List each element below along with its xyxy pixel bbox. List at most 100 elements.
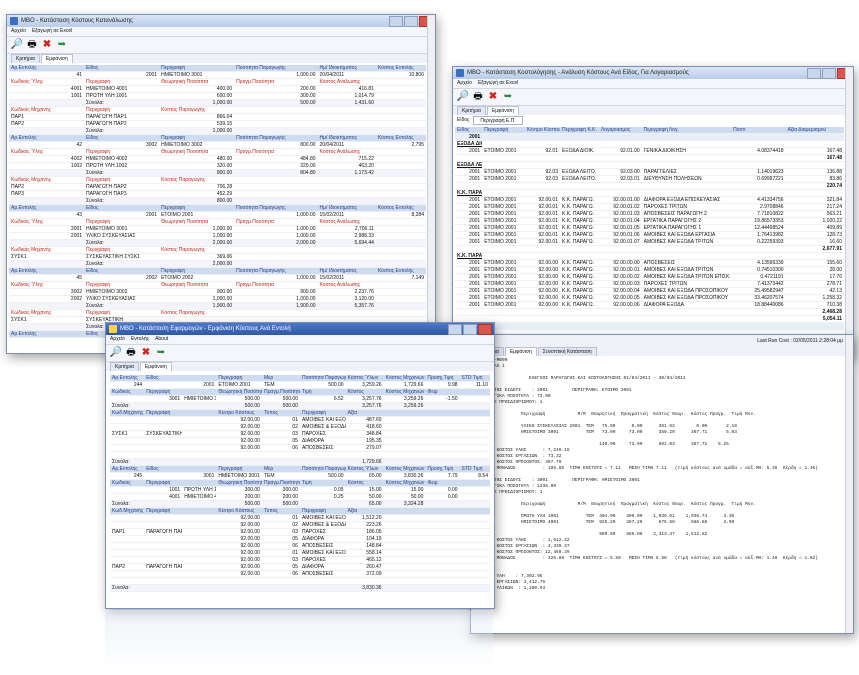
minimize-button[interactable] — [807, 68, 821, 79]
table-row[interactable]: Αρ.Εντολής Είδος Περιγραφή Ποσότητα Παραγωγ… — [9, 204, 426, 212]
table-row[interactable]: Κωδικός Ύλης Περιγραφή Θεωρητική Ποσότητα Π… — [9, 218, 426, 226]
table-row[interactable]: 1002 ΠΡΩΤΗ ΥΛΗ 1002 320.00 320.00 463.20 — [9, 162, 426, 170]
menu-about[interactable]: About — [155, 336, 168, 342]
table-row[interactable]: Κωδικός Μηχανής Περιγραφή Κόστος Παραγωγής — [9, 309, 426, 317]
table-row[interactable]: Κωδικός Μηχανής Περιγραφή Κόστος Παραγωγής — [9, 176, 426, 184]
table-row[interactable]: 4001ΗΜΙΕΤΟΙΜΟ 4001200.00200.000.2550.005… — [110, 493, 490, 501]
table-row[interactable]: 92.00.00 05 ΔΙΑΦΟΡΑ 104.19 — [110, 535, 490, 543]
table-row[interactable]: 2001 ΥΛΙΚΟ ΣΥΣΚΕΥΑΣΙΑΣ 1,000.00 1,000.00 2,9… — [9, 232, 426, 240]
table-row[interactable]: ΕΞΟΔΑ ΔΙΟΙΚΗΤΙΚΗΣ ΛΕΙΤΟΥΡΓΙΑΣ — [455, 140, 844, 148]
table-row[interactable]: 2001 ΕΤΟΙΜΟ 2001 92.03 ΕΞΟΔΑ ΛΕΙΤΟ. 92.03.00… — [455, 168, 844, 176]
vertical-scrollbar[interactable] — [845, 67, 853, 357]
table-row[interactable]: ΠΑΡ2ΠΑΡΑΓΩΓΗ ΠΑΡ2 92.00.0005ΔΙΑΦΟΡΑ260.47 — [110, 563, 490, 571]
table-row[interactable]: Κωδ.Μηχανής Περιγραφή Κέντρο Κόστους Τύπος Π… — [110, 409, 490, 417]
table-row[interactable]: 45 2002 ΕΤΟΙΜΟ 2002 1,000.00 15/02/2011 7,149 — [9, 274, 426, 282]
menu-export-excel[interactable]: Εξαγωγή σε Excel — [32, 28, 72, 34]
table-row[interactable]: Σύνολα: 1,900.00 1,900.00 5,357.76 — [9, 302, 426, 310]
table-row[interactable]: ΠΑΡ3 ΠΑΡΑΓΩΓΗ ΠΑΡ3 452.29 — [9, 190, 426, 198]
tab-criteria[interactable]: Κριτήρια — [11, 54, 40, 63]
table-row[interactable]: 2002 — [455, 322, 844, 330]
cross-icon[interactable]: ✖ — [41, 39, 53, 51]
table-row[interactable]: 2001 ΕΤΟΙΜΟ 2001 92.00.01 Κ.Κ. ΠΑΡΑΓΩ. 92.00… — [455, 203, 844, 211]
menu-file[interactable]: Αρχείο — [11, 28, 26, 34]
cross-icon[interactable]: ✖ — [487, 91, 499, 103]
table-row[interactable]: Σύνολα: 500.00 500.00 65.00 3,324.28 — [110, 500, 490, 508]
table-row[interactable]: 92.00.00 05 ΔΙΑΦΟΡΑ 195.35 — [110, 437, 490, 445]
table-row[interactable]: 2001 ΕΤΟΙΜΟ 2001 92.00.01 Κ.Κ. ΠΑΡΑΓΩ. 92.00… — [455, 238, 844, 246]
table-row[interactable]: 2001 ΕΤΟΙΜΟ 2001 92.00.00 Κ.Κ. ΠΑΡΑΓΩ. 92.00… — [455, 266, 844, 274]
table-row[interactable]: 2001 ΕΤΟΙΜΟ 2001 92.00.01 Κ.Κ. ΠΑΡΑΓΩ. 92.00… — [455, 231, 844, 239]
table-row[interactable]: 2001 ΕΤΟΙΜΟ 2001 92.00.00 Κ.Κ. ΠΑΡΑΓΩ. 92.00… — [455, 301, 844, 309]
table-row[interactable]: 92.00.00 06 ΑΠΟΣΒΕΣΕΙΣ 148.84 — [110, 542, 490, 550]
table-row[interactable]: ΠΑΡ1 ΠΑΡΑΓΩΓΗ ΠΑΡ1 866.04 — [9, 113, 426, 121]
table-row[interactable]: 41 2001 ΗΜΙΕΤΟΙΜΟ 3001 1,000.00 20/04/2011 10… — [9, 71, 426, 79]
table-row[interactable]: Σύνολα: 2,000.00 — [9, 260, 426, 268]
filter-dropdown[interactable]: Περιγραφή Ε.Π. — [473, 116, 523, 125]
tab-criteria[interactable]: Κριτήρια — [110, 362, 139, 371]
table-row[interactable]: 2001 ΕΤΟΙΜΟ 2001 92.00.00 Κ.Κ. ΠΑΡΑΓΩ. 92.00… — [455, 287, 844, 295]
table-row[interactable]: 1001 ΠΡΩΤΗ ΥΛΗ 1001 600.00 300.00 1,014.79 — [9, 92, 426, 100]
maximize-button[interactable] — [404, 16, 418, 27]
maximize-button[interactable] — [463, 324, 477, 335]
exit-icon[interactable]: ➥ — [56, 39, 68, 51]
menu-orders[interactable]: Εντολής — [131, 336, 149, 342]
table-row[interactable]: 92.00.0001ΑΜΟΙΒΕΣ ΚΑΙ ΕΞΟΔΑ1,512.20 — [110, 514, 490, 522]
table-row[interactable]: 245 3001 ΗΜΙΕΤΟΙΜΟ 3001 ΤΕΜ 500.00 65.00 3,830… — [110, 472, 490, 480]
tab-display[interactable]: Εμφάνιση — [139, 362, 172, 371]
printer-icon[interactable]: 🖶 — [26, 39, 38, 51]
table-row[interactable]: Σύνολα: 1,729.66 — [110, 458, 490, 466]
binoculars-icon[interactable]: 🔎 — [11, 39, 23, 51]
table-row[interactable]: ΠΑΡ2 ΠΑΡΑΓΩΓΗ ΠΑΡ2 539.15 — [9, 120, 426, 128]
table-row[interactable]: Κωδικός Περιγραφή Θεωρητική Ποσότητα Πραγμ.… — [110, 479, 490, 487]
table-row[interactable]: 43 2001 ΕΤΟΙΜΟ 2001 1,000.00 15/02/2011 8,284 — [9, 211, 426, 219]
table-row[interactable]: Αρ.Εντολής Είδος Περιγραφή Μέρ Ποσότητα Παρα… — [110, 465, 490, 473]
table-row[interactable]: Αρ.Εντολής Είδος Περιγραφή Ποσότητα Παραγωγ… — [9, 134, 426, 142]
table-row[interactable]: 4001 ΗΜΙΕΤΟΙΜΟ 4001 400.00 200.00 416.81 — [9, 85, 426, 93]
table-row[interactable]: Κωδικός Ύλης Περιγραφή Θεωρητική Ποσότητα Π… — [9, 148, 426, 156]
binoculars-icon[interactable]: 🔎 — [110, 347, 122, 359]
table-row[interactable]: 2001 ΕΤΟΙΜΟ 2001 92.00.00 Κ.Κ. ΠΑΡΑΓΩ. 92.00… — [455, 294, 844, 302]
maximize-button[interactable] — [822, 68, 836, 79]
table-row[interactable]: 92.00.00 02 ΑΜΟΙΒΕΣ & ΕΞΟΔΑ 223.26 — [110, 521, 490, 529]
menu-export-excel[interactable]: Εξαγωγή σε Excel — [478, 80, 518, 86]
table-row[interactable]: 2001 ΕΤΟΙΜΟ 2001 92.03 ΕΞΟΔΑ ΛΕΙΤΟ. 92.03.01… — [455, 175, 844, 183]
tab-display[interactable]: Εμφάνιση — [504, 347, 537, 356]
table-row[interactable]: 92.00.00 03 ΠΑΡΟΧΕΣ 465.12 — [110, 556, 490, 564]
printer-icon[interactable]: 🖶 — [125, 347, 137, 359]
tab-criteria[interactable]: Κριτήρια — [457, 106, 486, 115]
table-row[interactable]: 2001 ΕΤΟΙΜΟ 2001 92.00.00 Κ.Κ. ΠΑΡΑΓΩ. 92.00… — [455, 259, 844, 267]
menu-file[interactable]: Αρχείο — [110, 336, 125, 342]
table-row[interactable]: 2001 ΕΤΟΙΜΟ 2001 92.00.01 Κ.Κ. ΠΑΡΑΓΩ. 92.00… — [455, 224, 844, 232]
table-row[interactable]: ΠΑΡ1ΠΑΡΑΓΩΓΗ ΠΑΡ1 92.00.0003ΠΑΡΟΧΕΣ186.05 — [110, 528, 490, 536]
minimize-button[interactable] — [389, 16, 403, 27]
table-row[interactable]: 3001 ΗΜΙΕΤΟΙΜΟ 3001 1,000.00 1,000.00 2,706.… — [9, 225, 426, 233]
close-button[interactable] — [478, 324, 492, 335]
table-row[interactable] — [110, 451, 490, 459]
minimize-button[interactable] — [448, 324, 462, 335]
table-row[interactable]: Κ.Κ. ΠΑΡΑΓΩΓΗΣ ΧΥΤΗΡΙΟ — [455, 252, 844, 260]
exit-icon[interactable]: ➥ — [502, 91, 514, 103]
table-row[interactable]: Κωδικός Ύλης Περιγραφή Θεωρητική Ποσότητα Π… — [9, 281, 426, 289]
table-row[interactable]: ΠΑΡ2 ΠΑΡΑΓΩΓΗ ΠΑΡ2 706.28 — [9, 183, 426, 191]
table-row[interactable]: Σύνολα: 500.00 500.00 3,257.76 3,259.26 — [110, 402, 490, 410]
table-row[interactable]: 3002 ΗΜΙΕΤΟΙΜΟ 3002 900.00 900.00 2,237.76 — [9, 288, 426, 296]
table-row[interactable]: 167.48 — [455, 154, 844, 162]
table-row[interactable]: 5,054.11 — [455, 315, 844, 323]
table-row[interactable]: 92.00.0001ΑΜΟΙΒΕΣ ΚΑΙ ΕΞΟΔΑ487.60 — [110, 416, 490, 424]
table-row[interactable]: 3001ΗΜΙΕΤΟΙΜΟ 3001500.00500.006.523,257.… — [110, 395, 490, 403]
table-row[interactable]: Σύνολα: 1,000.00 500.00 1,431.60 — [9, 99, 426, 107]
table-row[interactable]: Αρ.Εντολής Είδος Περιγραφή Ποσότητα Παραγωγ… — [9, 267, 426, 275]
table-row[interactable]: Κωδικός Μηχανής Περιγραφή Κόστος Παραγωγής — [9, 246, 426, 254]
table-row[interactable]: 2001 — [455, 133, 844, 141]
tab-display[interactable]: Εμφάνιση — [40, 54, 73, 63]
tab-display[interactable]: Εμφάνιση — [486, 106, 519, 115]
vertical-scrollbar[interactable] — [427, 15, 435, 353]
table-row[interactable]: 1001ΠΡΩΤΗ ΥΛΗ 1001300.00300.000.0515.001… — [110, 486, 490, 494]
cross-icon[interactable]: ✖ — [140, 347, 152, 359]
tab-summary[interactable]: Συνοπτική Κατάσταση — [537, 347, 597, 356]
table-row[interactable]: 4002 ΗΜΙΕΤΟΙΜΟ 4002 480.00 484.80 715.22 — [9, 155, 426, 163]
table-row[interactable]: ΣΥΣΚ1ΣΥΣΚΕΥΑΣΤΙΚΗ ΣΥΣΚ1 92.00.0003ΠΑΡΟΧΕΣ… — [110, 430, 490, 438]
table-row[interactable]: 2,468.28 — [455, 308, 844, 316]
table-row[interactable]: ΣΥΣΚ1 ΣΥΣΚΕΥΑΣΤΙΚΗ ΣΥΣΚ1 369.96 — [9, 253, 426, 261]
table-row[interactable]: 2001 ΕΤΟΙΜΟ 2001 92.00.00 Κ.Κ. ΠΑΡΑΓΩ. 92.00… — [455, 280, 844, 288]
